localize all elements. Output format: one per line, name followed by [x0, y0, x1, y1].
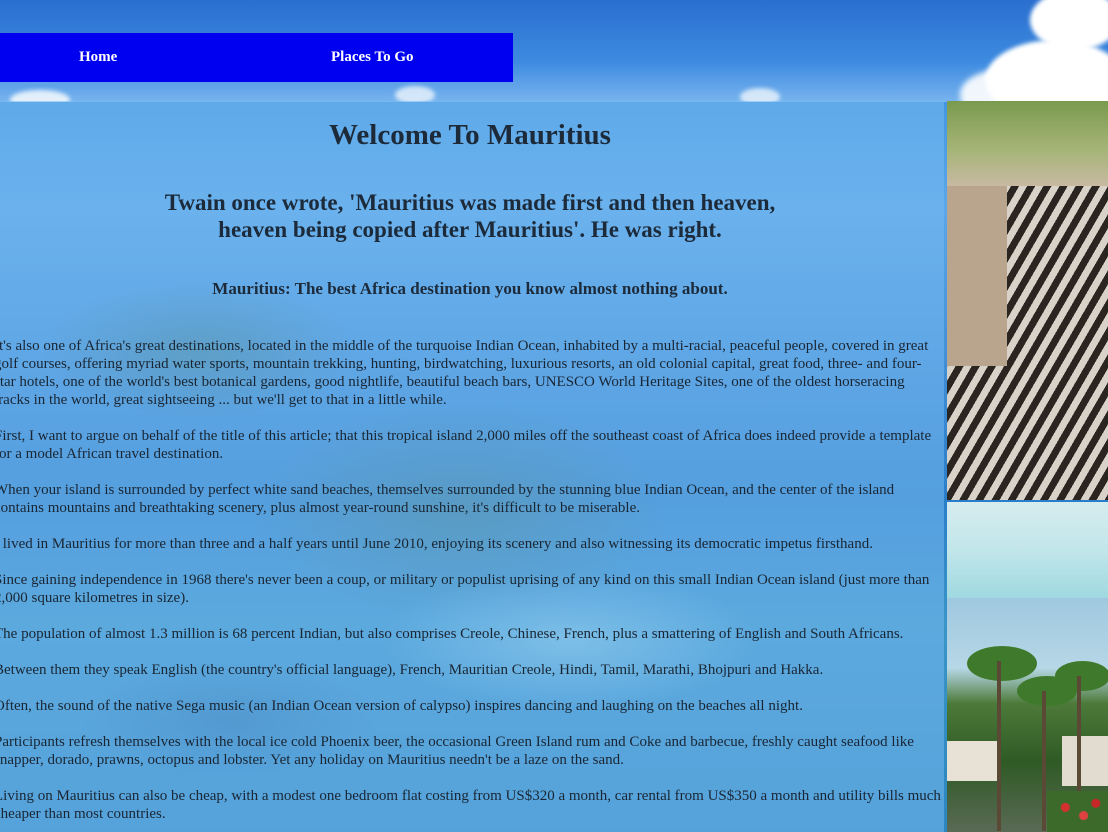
savanna-backdrop: [947, 101, 1108, 186]
resort-building: [947, 741, 997, 781]
article-body: It's also one of Africa's great destinat…: [0, 337, 942, 832]
paragraph: Living on Mauritius can also be cheap, w…: [0, 788, 941, 822]
beach-photo: [947, 502, 1108, 598]
cloud: [740, 88, 780, 102]
palm-trunk: [1042, 691, 1046, 831]
paragraph: The population of almost 1.3 million is …: [0, 626, 904, 642]
paragraph: When your island is surrounded by perfec…: [0, 482, 895, 516]
paragraph: Since gaining independence in 1968 there…: [0, 572, 930, 606]
main-content: Welcome To Mauritius Twain once wrote, '…: [0, 101, 944, 832]
resort-building: [1062, 736, 1108, 786]
paragraph: It's also one of Africa's great destinat…: [0, 338, 929, 408]
palm-frond: [1055, 661, 1108, 691]
nav-link-places-to-go[interactable]: Places To Go: [331, 49, 414, 66]
article-subtitle: Mauritius: The best Africa destination y…: [212, 279, 728, 298]
cloud: [395, 86, 435, 102]
paragraph: Between them they speak English (the cou…: [0, 662, 824, 678]
flower-bed: [1047, 791, 1108, 832]
top-nav: Home Places To Go: [0, 33, 513, 82]
paragraph: First, I want to argue on behalf of the …: [0, 428, 932, 462]
page-title: Welcome To Mauritius: [329, 119, 611, 151]
paragraph: Often, the sound of the native Sega musi…: [0, 698, 803, 714]
dirt-ground: [947, 186, 1007, 366]
twain-quote: Twain once wrote, 'Mauritius was made fi…: [164, 190, 776, 242]
paragraph: I lived in Mauritius for more than three…: [0, 536, 873, 552]
palm-trunk: [997, 661, 1001, 831]
palm-frond: [967, 646, 1037, 681]
paragraph: Participants refresh themselves with the…: [0, 734, 914, 768]
sidebar-gallery: [947, 101, 1108, 832]
nav-link-home[interactable]: Home: [79, 49, 117, 66]
